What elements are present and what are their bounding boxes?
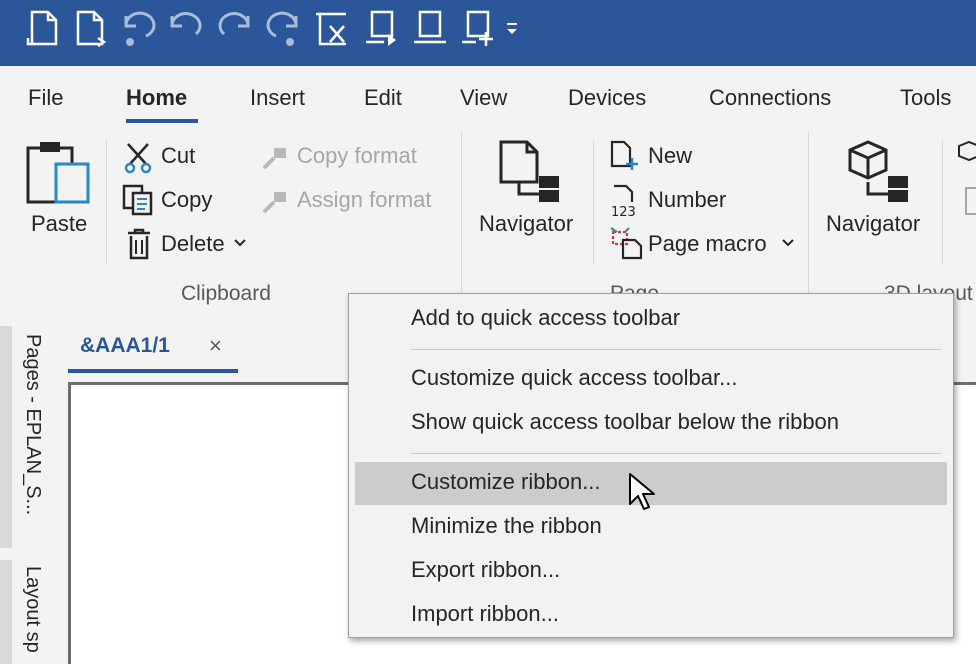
tab-home[interactable]: Home bbox=[126, 84, 187, 112]
tab-tools[interactable]: Tools bbox=[900, 84, 951, 112]
divider bbox=[808, 132, 809, 308]
chevron-down-icon[interactable] bbox=[781, 236, 795, 255]
menu-separator bbox=[411, 349, 941, 350]
page-macro-label: Page macro bbox=[648, 231, 767, 256]
3d-object-icon bbox=[957, 140, 976, 169]
menu-item-label: Minimize the ribbon bbox=[411, 513, 602, 538]
divider bbox=[461, 132, 462, 308]
tab-view[interactable]: View bbox=[460, 84, 507, 112]
divider bbox=[593, 140, 594, 264]
assign-format-button[interactable]: Assign format bbox=[297, 186, 432, 214]
cut-icon bbox=[124, 142, 152, 179]
ribbon-context-menu: Add to quick access toolbar Customize qu… bbox=[348, 293, 954, 638]
copy-button[interactable]: Copy bbox=[161, 186, 212, 214]
print-icon[interactable] bbox=[410, 8, 450, 48]
menu-item-label: Export ribbon... bbox=[411, 557, 561, 582]
mouse-cursor-icon bbox=[628, 472, 656, 517]
menu-item-add-to-qat[interactable]: Add to quick access toolbar bbox=[355, 298, 947, 338]
svg-text:123: 123 bbox=[611, 205, 636, 218]
cut-button[interactable]: Cut bbox=[161, 142, 195, 170]
menu-item-label: Import ribbon... bbox=[411, 601, 559, 626]
paste-button[interactable]: Paste bbox=[31, 210, 87, 238]
tab-devices[interactable]: Devices bbox=[568, 84, 646, 112]
pages-panel-tab[interactable]: Pages - EPLAN_S... bbox=[21, 334, 45, 515]
tab-edit[interactable]: Edit bbox=[364, 84, 402, 112]
menu-item-export-ribbon[interactable]: Export ribbon... bbox=[355, 550, 947, 590]
side-panel-scroll-strip bbox=[0, 560, 12, 664]
copy-format-icon bbox=[260, 142, 290, 177]
assign-format-icon bbox=[260, 186, 290, 221]
undo-icon[interactable] bbox=[118, 8, 158, 48]
redo-icon[interactable] bbox=[214, 8, 254, 48]
delete-label: Delete bbox=[161, 231, 225, 256]
add-page-icon[interactable] bbox=[458, 8, 498, 48]
undo-step-icon[interactable] bbox=[166, 8, 206, 48]
active-tab-indicator bbox=[126, 119, 198, 123]
paste-icon bbox=[26, 140, 92, 211]
new-page-button[interactable]: New bbox=[648, 142, 692, 170]
page-macro-button[interactable]: Page macro bbox=[648, 230, 767, 258]
delete-icon bbox=[126, 228, 152, 265]
document-tab-indicator bbox=[68, 369, 238, 373]
number-pages-button[interactable]: Number bbox=[648, 186, 726, 214]
new-project-icon[interactable] bbox=[24, 8, 64, 48]
quick-access-toolbar bbox=[0, 0, 976, 66]
close-icon[interactable]: × bbox=[209, 333, 222, 359]
group-label-clipboard: Clipboard bbox=[181, 282, 271, 305]
copy-format-button[interactable]: Copy format bbox=[297, 142, 417, 170]
menu-item-label: Show quick access toolbar below the ribb… bbox=[411, 409, 840, 434]
page-navigator-button[interactable]: Navigator bbox=[479, 210, 573, 238]
customize-dropdown-icon[interactable] bbox=[504, 20, 520, 40]
3d-placement-icon bbox=[964, 186, 976, 221]
document-tab[interactable]: &AAA1/1 bbox=[80, 333, 170, 359]
chevron-down-icon[interactable] bbox=[233, 236, 247, 255]
new-page-icon bbox=[610, 140, 642, 177]
tab-file[interactable]: File bbox=[28, 84, 63, 112]
tab-insert[interactable]: Insert bbox=[250, 84, 305, 112]
divider bbox=[106, 140, 107, 264]
menu-item-show-qat-below[interactable]: Show quick access toolbar below the ribb… bbox=[355, 402, 947, 442]
page-macro-icon bbox=[609, 226, 643, 265]
layout-space-panel-tab[interactable]: Layout sp bbox=[21, 566, 45, 653]
menu-item-import-ribbon[interactable]: Import ribbon... bbox=[355, 594, 947, 634]
number-pages-icon: 123 bbox=[610, 184, 644, 223]
page-navigator-icon bbox=[497, 138, 565, 211]
3d-navigator-button[interactable]: Navigator bbox=[826, 210, 920, 238]
menu-item-label: Customize quick access toolbar... bbox=[411, 365, 738, 390]
divider bbox=[942, 140, 943, 264]
redo-step-icon[interactable] bbox=[264, 8, 304, 48]
delete-page-icon[interactable] bbox=[312, 8, 352, 48]
side-panel-scroll-strip bbox=[0, 326, 12, 548]
menu-item-customize-qat[interactable]: Customize quick access toolbar... bbox=[355, 358, 947, 398]
new-page-icon[interactable] bbox=[72, 8, 112, 48]
menu-separator bbox=[411, 453, 941, 454]
delete-button[interactable]: Delete bbox=[161, 230, 225, 258]
tab-connections[interactable]: Connections bbox=[709, 84, 831, 112]
open-project-icon[interactable] bbox=[362, 8, 402, 48]
copy-icon bbox=[122, 184, 154, 221]
3d-navigator-icon bbox=[846, 138, 914, 211]
menu-item-label: Add to quick access toolbar bbox=[411, 305, 681, 330]
menu-item-label: Customize ribbon... bbox=[411, 469, 601, 494]
